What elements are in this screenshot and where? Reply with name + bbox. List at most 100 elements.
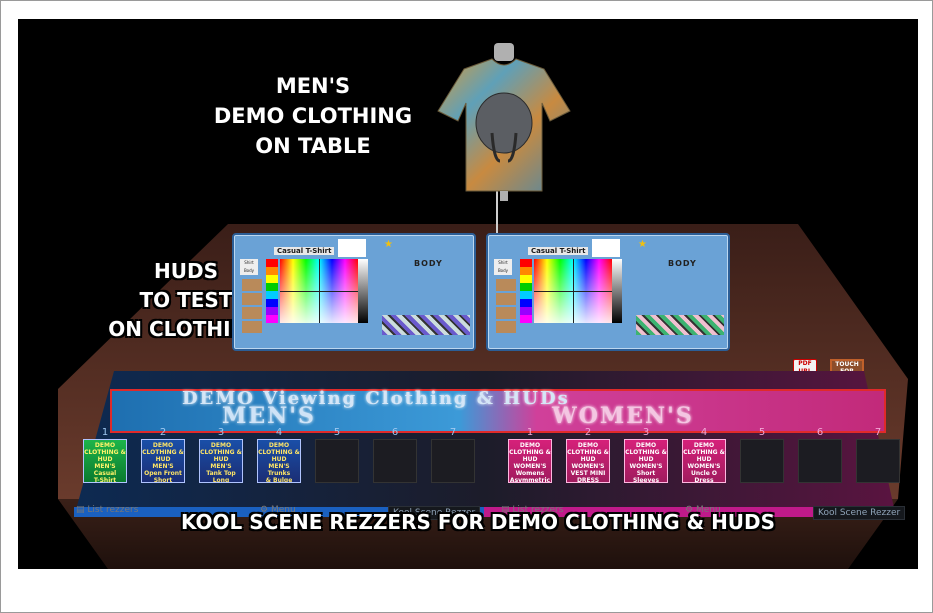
card-line: CLOTHING & HUD	[625, 449, 667, 463]
demo-item-card[interactable]: DEMO CLOTHING & HUD MEN'S Casual T-Shirt	[83, 439, 127, 483]
card-line: CLOTHING & HUD	[142, 449, 184, 463]
card-line: CLOTHING & HUD	[567, 449, 609, 463]
rezzer-slot[interactable]: 3 DEMO CLOTHING & HUD MEN'S Tank Top Long	[196, 427, 246, 485]
card-line: WOMEN'S	[571, 463, 605, 470]
rezzer-slot[interactable]: 4 DEMO CLOTHING & HUD WOMEN'S Uncle O Dress	[679, 427, 729, 485]
rezzer-slot[interactable]: 7	[428, 427, 478, 485]
empty-slot[interactable]	[373, 439, 417, 483]
card-line: CLOTHING & HUD	[509, 449, 551, 463]
empty-slot[interactable]	[740, 439, 784, 483]
card-line: DEMO	[94, 442, 116, 449]
card-line: DEMO	[519, 442, 541, 449]
hud-panel-left[interactable]: Casual T-Shirt ★ BODY Shirt Body	[232, 233, 476, 351]
hud-panel-right[interactable]: Casual T-Shirt ★ BODY Shirt Body	[486, 233, 730, 351]
list-rezzers-button[interactable]: ▤ List rezzers	[76, 505, 138, 519]
brightness-slider[interactable]	[358, 259, 368, 323]
card-line: DEMO	[152, 442, 174, 449]
texture-tiles[interactable]	[242, 279, 262, 335]
card-line: Casual	[93, 470, 117, 477]
demo-item-card[interactable]: DEMO CLOTHING & HUD WOMEN'S VEST MINI DRESS	[566, 439, 610, 483]
demo-item-card[interactable]: DEMO CLOTHING & HUD MEN'S Tank Top Long	[199, 439, 243, 483]
empty-slot[interactable]	[315, 439, 359, 483]
rezzer-slot[interactable]: 4 DEMO CLOTHING & HUD MEN'S Trunks & Bulge	[254, 427, 304, 485]
slot-number: 5	[758, 427, 766, 438]
slot-number: 1	[526, 427, 534, 438]
mens-rezzer: 1 DEMO CLOTHING & HUD MEN'S Casual T-Shirt 2 DE…	[70, 427, 486, 520]
hud-preview-swatch	[592, 239, 620, 257]
color-swatches[interactable]	[266, 259, 278, 323]
shirt-body-button[interactable]: Shirt Body	[494, 259, 512, 275]
card-line: WOMEN'S	[629, 463, 663, 470]
card-line: DEMO	[693, 442, 715, 449]
womens-rezzer: 1 DEMO CLOTHING & HUD WOMEN'S Womens Asymmetr…	[495, 427, 917, 520]
card-line: T-Shirt	[93, 477, 117, 483]
texture-tiles[interactable]	[496, 279, 516, 335]
card-line: CLOTHING & HUD	[200, 449, 242, 463]
empty-slot[interactable]	[431, 439, 475, 483]
card-line: DEMO	[635, 442, 657, 449]
card-line: Trunks	[267, 470, 291, 477]
card-line: Womens	[515, 470, 545, 477]
banner-men-label: MEN'S	[222, 403, 316, 429]
demo-item-card[interactable]: DEMO CLOTHING & HUD WOMEN'S Uncle O Dress	[682, 439, 726, 483]
slot-number: 1	[101, 427, 109, 438]
hud-title: Casual T-Shirt	[274, 247, 335, 255]
card-line: DEMO	[577, 442, 599, 449]
demo-item-card[interactable]: DEMOCLOTHING & HUDMEN'SOpen FrontShort S…	[141, 439, 185, 483]
hud-section-label: BODY	[414, 259, 443, 268]
kool-scene-rezzer-button[interactable]: Kool Scene Rezzer	[813, 506, 906, 520]
card-line: MEN'S	[152, 463, 174, 470]
banner-women-label: WOMEN'S	[552, 403, 694, 429]
list-rezzers-label: List rezzers	[87, 505, 139, 515]
game-viewport: MEN'S DEMO CLOTHING ON TABLE HUDS TO TES…	[18, 19, 918, 569]
card-line: WOMEN'S	[687, 463, 721, 470]
card-line: Asymmetric	[509, 477, 551, 483]
slot-number: 3	[217, 427, 225, 438]
card-line: & Bulge	[265, 477, 293, 483]
card-line: MEN'S	[94, 463, 116, 470]
rezzer-slot[interactable]: 5	[312, 427, 362, 485]
slot-number: 7	[874, 427, 882, 438]
mens-demo-caption: MEN'S DEMO CLOTHING ON TABLE	[188, 71, 438, 161]
pattern-grid[interactable]	[382, 315, 470, 335]
rezzer-slot[interactable]: 6	[795, 427, 845, 485]
demo-item-card[interactable]: DEMOCLOTHING & HUDWOMEN'SShort SleevesPo…	[624, 439, 668, 483]
rezzer-slot[interactable]: 5	[737, 427, 787, 485]
rezzer-slot[interactable]: 6	[370, 427, 420, 485]
star-icon[interactable]: ★	[638, 239, 647, 250]
mens-demo-tshirt[interactable]	[434, 41, 574, 211]
slot-number: 5	[333, 427, 341, 438]
demo-item-card[interactable]: DEMO CLOTHING & HUD WOMEN'S Womens Asymmetri…	[508, 439, 552, 483]
card-line: Short Sleeves	[632, 470, 660, 483]
color-swatches[interactable]	[520, 259, 532, 323]
hud-title: Casual T-Shirt	[528, 247, 589, 255]
slot-number: 6	[391, 427, 399, 438]
empty-slot[interactable]	[856, 439, 900, 483]
slot-number: 6	[816, 427, 824, 438]
card-line: MEN'S	[210, 463, 232, 470]
crosshair-h	[534, 291, 612, 292]
slot-number: 4	[700, 427, 708, 438]
card-line: MEN'S	[268, 463, 290, 470]
slot-number: 2	[584, 427, 592, 438]
slot-number: 2	[159, 427, 167, 438]
demo-item-card[interactable]: DEMO CLOTHING & HUD MEN'S Trunks & Bulge	[257, 439, 301, 483]
card-line: CLOTHING & HUD	[683, 449, 725, 463]
card-line: Tank Top	[206, 470, 236, 477]
rezzer-slot[interactable]: 2 DEMO CLOTHING & HUD MEN'S Open Front Short …	[138, 427, 188, 485]
shirt-body-button[interactable]: Shirt Body	[240, 259, 258, 275]
brightness-slider[interactable]	[612, 259, 622, 323]
empty-slot[interactable]	[798, 439, 842, 483]
touch-line: TOUCH	[835, 361, 859, 368]
card-line: Uncle O	[690, 470, 717, 477]
pattern-grid[interactable]	[636, 315, 724, 335]
rezzer-slot[interactable]: 3DEMOCLOTHING & HUDWOMEN'SShort SleevesP…	[621, 427, 671, 485]
hud-preview-swatch	[338, 239, 366, 257]
crosshair-h	[280, 291, 358, 292]
rezzer-slot[interactable]: 1 DEMO CLOTHING & HUD WOMEN'S Womens Asymmetr…	[505, 427, 555, 485]
card-line: DEMO	[268, 442, 290, 449]
rezzer-slot[interactable]: 2 DEMO CLOTHING & HUD WOMEN'S VEST MINI DRESS	[563, 427, 613, 485]
rezzer-slot[interactable]: 7	[853, 427, 903, 485]
star-icon[interactable]: ★	[384, 239, 393, 250]
rezzer-slot[interactable]: 1 DEMO CLOTHING & HUD MEN'S Casual T-Shirt	[80, 427, 130, 485]
